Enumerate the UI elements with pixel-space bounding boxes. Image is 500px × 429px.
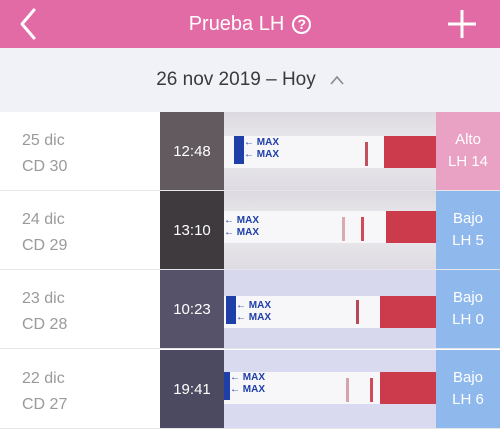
test-strip: ← MAX ← MAX: [224, 112, 436, 190]
max-marker: ← MAX: [230, 372, 265, 383]
help-icon[interactable]: ?: [292, 14, 312, 34]
lh-result-badge: Bajo LH 0: [436, 270, 500, 348]
max-marker: ← MAX: [224, 227, 259, 238]
row-date-cell: 25 dic CD 30: [22, 128, 67, 180]
row-date-cell: 24 dic CD 29: [22, 207, 67, 259]
row-time: 10:23: [173, 300, 211, 318]
test-strip: ← MAX ← MAX: [224, 270, 436, 348]
test-row[interactable]: 24 dic CD 29 ← MAX ← MAX 13:10 Bajo LH 5: [0, 191, 500, 270]
page-title: Prueba LH: [188, 12, 285, 35]
row-date-cell: 22 dic CD 27: [22, 366, 67, 418]
date-range-label: 26 nov 2019 – Hoy: [156, 69, 316, 90]
chevron-up-icon[interactable]: [330, 75, 344, 85]
max-marker: ← MAX: [244, 137, 279, 148]
test-row[interactable]: 23 dic CD 28 ← MAX ← MAX 10:23 Bajo LH 0: [0, 270, 500, 349]
header-title-group: Prueba LH ?: [0, 0, 500, 48]
max-marker: ← MAX: [224, 215, 259, 226]
test-strip: ← MAX ← MAX: [220, 350, 436, 428]
row-date-cell: 23 dic CD 28: [22, 286, 67, 338]
lh-result-badge: Bajo LH 5: [436, 191, 500, 269]
row-cycle-day: CD 30: [22, 158, 68, 175]
lh-result-level: Bajo: [452, 289, 484, 306]
lh-result-value: LH 5: [452, 232, 484, 249]
lh-result-badge: Alto LH 14: [436, 112, 500, 190]
lh-result-level: Bajo: [452, 369, 484, 386]
row-cycle-day: CD 29: [22, 237, 68, 254]
lh-result-value: LH 6: [452, 391, 484, 408]
test-row[interactable]: 22 dic CD 27 ← MAX ← MAX 19:41 Bajo LH 6: [0, 350, 500, 429]
lh-result-value: LH 14: [447, 153, 489, 170]
row-cycle-day: CD 28: [22, 316, 68, 333]
row-date: 25 dic: [22, 132, 65, 149]
max-marker: ← MAX: [236, 300, 271, 311]
max-marker: ← MAX: [236, 312, 271, 323]
test-strip-photo[interactable]: ← MAX ← MAX 10:23: [160, 270, 436, 348]
max-marker: ← MAX: [244, 149, 279, 160]
row-cycle-day: CD 27: [22, 396, 68, 413]
lh-result-level: Alto: [455, 131, 481, 148]
row-date: 22 dic: [22, 370, 65, 387]
row-time: 12:48: [173, 142, 211, 160]
date-range-bar[interactable]: 26 nov 2019 – Hoy: [0, 48, 500, 112]
max-marker: ← MAX: [230, 384, 265, 395]
test-strip-photo[interactable]: ← MAX ← MAX 19:41: [160, 350, 436, 428]
test-strip-photo[interactable]: ← MAX ← MAX 13:10: [160, 191, 436, 269]
test-row[interactable]: 25 dic CD 30 ← MAX ← MAX 12:48 Alto LH 14: [0, 112, 500, 191]
lh-result-level: Bajo: [452, 210, 484, 227]
lh-result-badge: Bajo LH 6: [436, 350, 500, 428]
row-date: 24 dic: [22, 211, 65, 228]
row-time: 13:10: [173, 221, 211, 239]
row-time: 19:41: [173, 380, 211, 398]
row-date: 23 dic: [22, 290, 65, 307]
add-icon[interactable]: [444, 6, 480, 42]
lh-result-value: LH 0: [452, 311, 484, 328]
test-strip-photo[interactable]: ← MAX ← MAX 12:48: [160, 112, 436, 190]
test-strip: ← MAX ← MAX: [210, 191, 436, 269]
app-header: Prueba LH ?: [0, 0, 500, 48]
